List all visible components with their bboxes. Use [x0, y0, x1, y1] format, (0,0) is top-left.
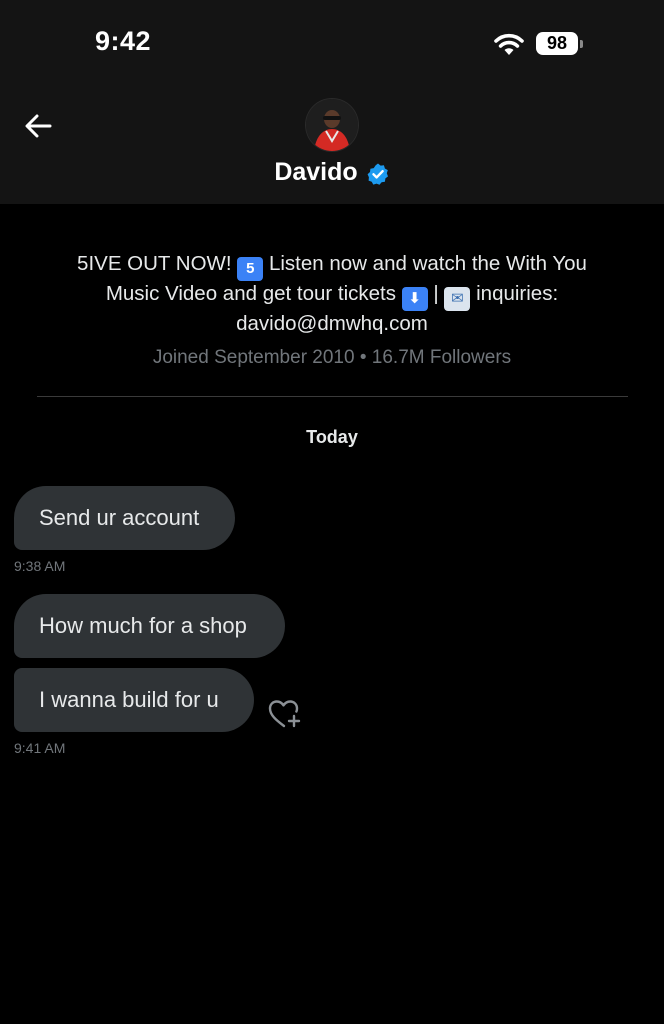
profile-name: Davido	[274, 158, 358, 186]
message-timestamp: 9:38 AM	[14, 558, 66, 574]
arrow-left-icon	[25, 114, 52, 138]
bio-line-2: Music Video and get tour tickets ⬇ | ✉ i…	[40, 281, 624, 311]
message-bubble[interactable]: How much for a shop	[14, 594, 285, 658]
down-arrow-icon: ⬇	[401, 287, 428, 311]
verified-badge-icon	[367, 163, 388, 185]
battery-nub	[580, 40, 583, 48]
avatar-image	[306, 99, 358, 151]
message-bubble[interactable]: I wanna build for u	[14, 668, 254, 732]
bio-text: |	[427, 282, 445, 305]
heart-plus-icon	[268, 700, 301, 728]
envelope-icon: ✉	[444, 287, 471, 311]
status-time: 9:42	[95, 26, 152, 56]
bio-text: Music Video and get tour tickets	[105, 282, 402, 305]
avatar[interactable]	[306, 99, 358, 151]
bio-text: inquiries:	[470, 282, 559, 305]
profile-name-row[interactable]: Davido	[0, 158, 664, 187]
header-bar: 9:42 98 Davido	[0, 0, 664, 204]
message-timestamp: 9:41 AM	[14, 740, 66, 756]
divider	[37, 396, 628, 397]
bio-line-1: 5IVE OUT NOW! 5 Listen now and watch the…	[40, 251, 624, 281]
battery-indicator: 98	[536, 32, 578, 55]
date-separator: Today	[306, 427, 358, 447]
bio-text: Listen now and watch the With You	[263, 252, 587, 275]
keycap-5-icon: 5	[237, 257, 264, 281]
wifi-icon	[494, 33, 524, 55]
add-reaction-button[interactable]	[266, 697, 304, 731]
profile-bio: 5IVE OUT NOW! 5 Listen now and watch the…	[40, 251, 624, 337]
bio-text: 5IVE OUT NOW!	[77, 252, 238, 275]
bio-email-link[interactable]: davido@dmwhq.com	[40, 311, 624, 337]
back-button[interactable]	[20, 108, 56, 144]
message-bubble[interactable]: Send ur account	[14, 486, 235, 550]
dm-conversation-screen: 9:42 98 Davido 5IVE OUT NOW! 5 Listen no…	[0, 0, 664, 1024]
profile-meta: Joined September 2010 • 16.7M Followers	[152, 347, 512, 368]
